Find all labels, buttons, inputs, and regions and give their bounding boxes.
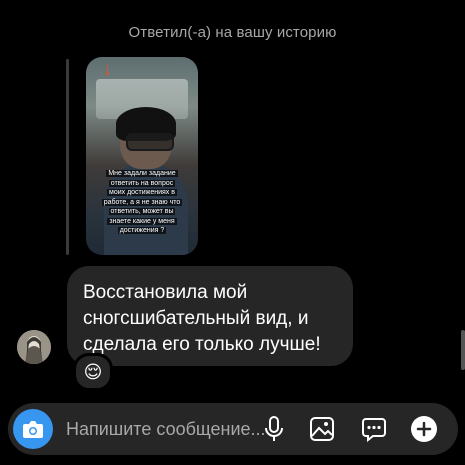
camera-icon	[23, 421, 43, 438]
message-bubble[interactable]: Восстановила мой сногсшибательный вид, и…	[67, 266, 353, 366]
more-options-button[interactable]	[410, 415, 438, 443]
voice-message-button[interactable]	[260, 415, 288, 443]
microphone-icon	[265, 416, 283, 441]
story-caption-line: ответить, может вы	[108, 208, 176, 215]
reply-context-header: Ответил(-а) на вашу историю	[128, 24, 337, 41]
scroll-indicator[interactable]	[461, 330, 465, 370]
sticker-icon	[362, 418, 386, 442]
gallery-icon	[310, 417, 334, 441]
story-thumbnail[interactable]: ↓ Мне задали задание ответить на вопрос …	[86, 57, 198, 255]
story-caption-line: ответить на вопрос	[108, 179, 176, 187]
story-arrow-icon: ↓	[103, 59, 112, 79]
sticker-button[interactable]	[360, 415, 388, 443]
story-person-sunglasses	[126, 133, 174, 151]
avatar-figure-icon	[17, 330, 51, 364]
gallery-button[interactable]	[308, 415, 336, 443]
camera-button[interactable]	[13, 409, 53, 449]
story-caption-line: моих достижениях в	[107, 189, 177, 196]
reply-indicator-bar	[66, 59, 69, 255]
story-caption-line: работе, а я не знаю что	[101, 198, 183, 206]
message-composer	[8, 403, 458, 455]
story-caption: Мне задали задание ответить на вопрос мо…	[96, 169, 188, 236]
message-reaction-emoji[interactable]: 😌	[73, 353, 113, 391]
plus-icon	[411, 416, 437, 442]
story-caption-line: достижения ?	[117, 227, 167, 234]
story-caption-line: знаете какие у меня	[107, 217, 177, 225]
sender-avatar[interactable]	[17, 330, 51, 364]
story-caption-line: Мне задали задание	[106, 170, 178, 177]
